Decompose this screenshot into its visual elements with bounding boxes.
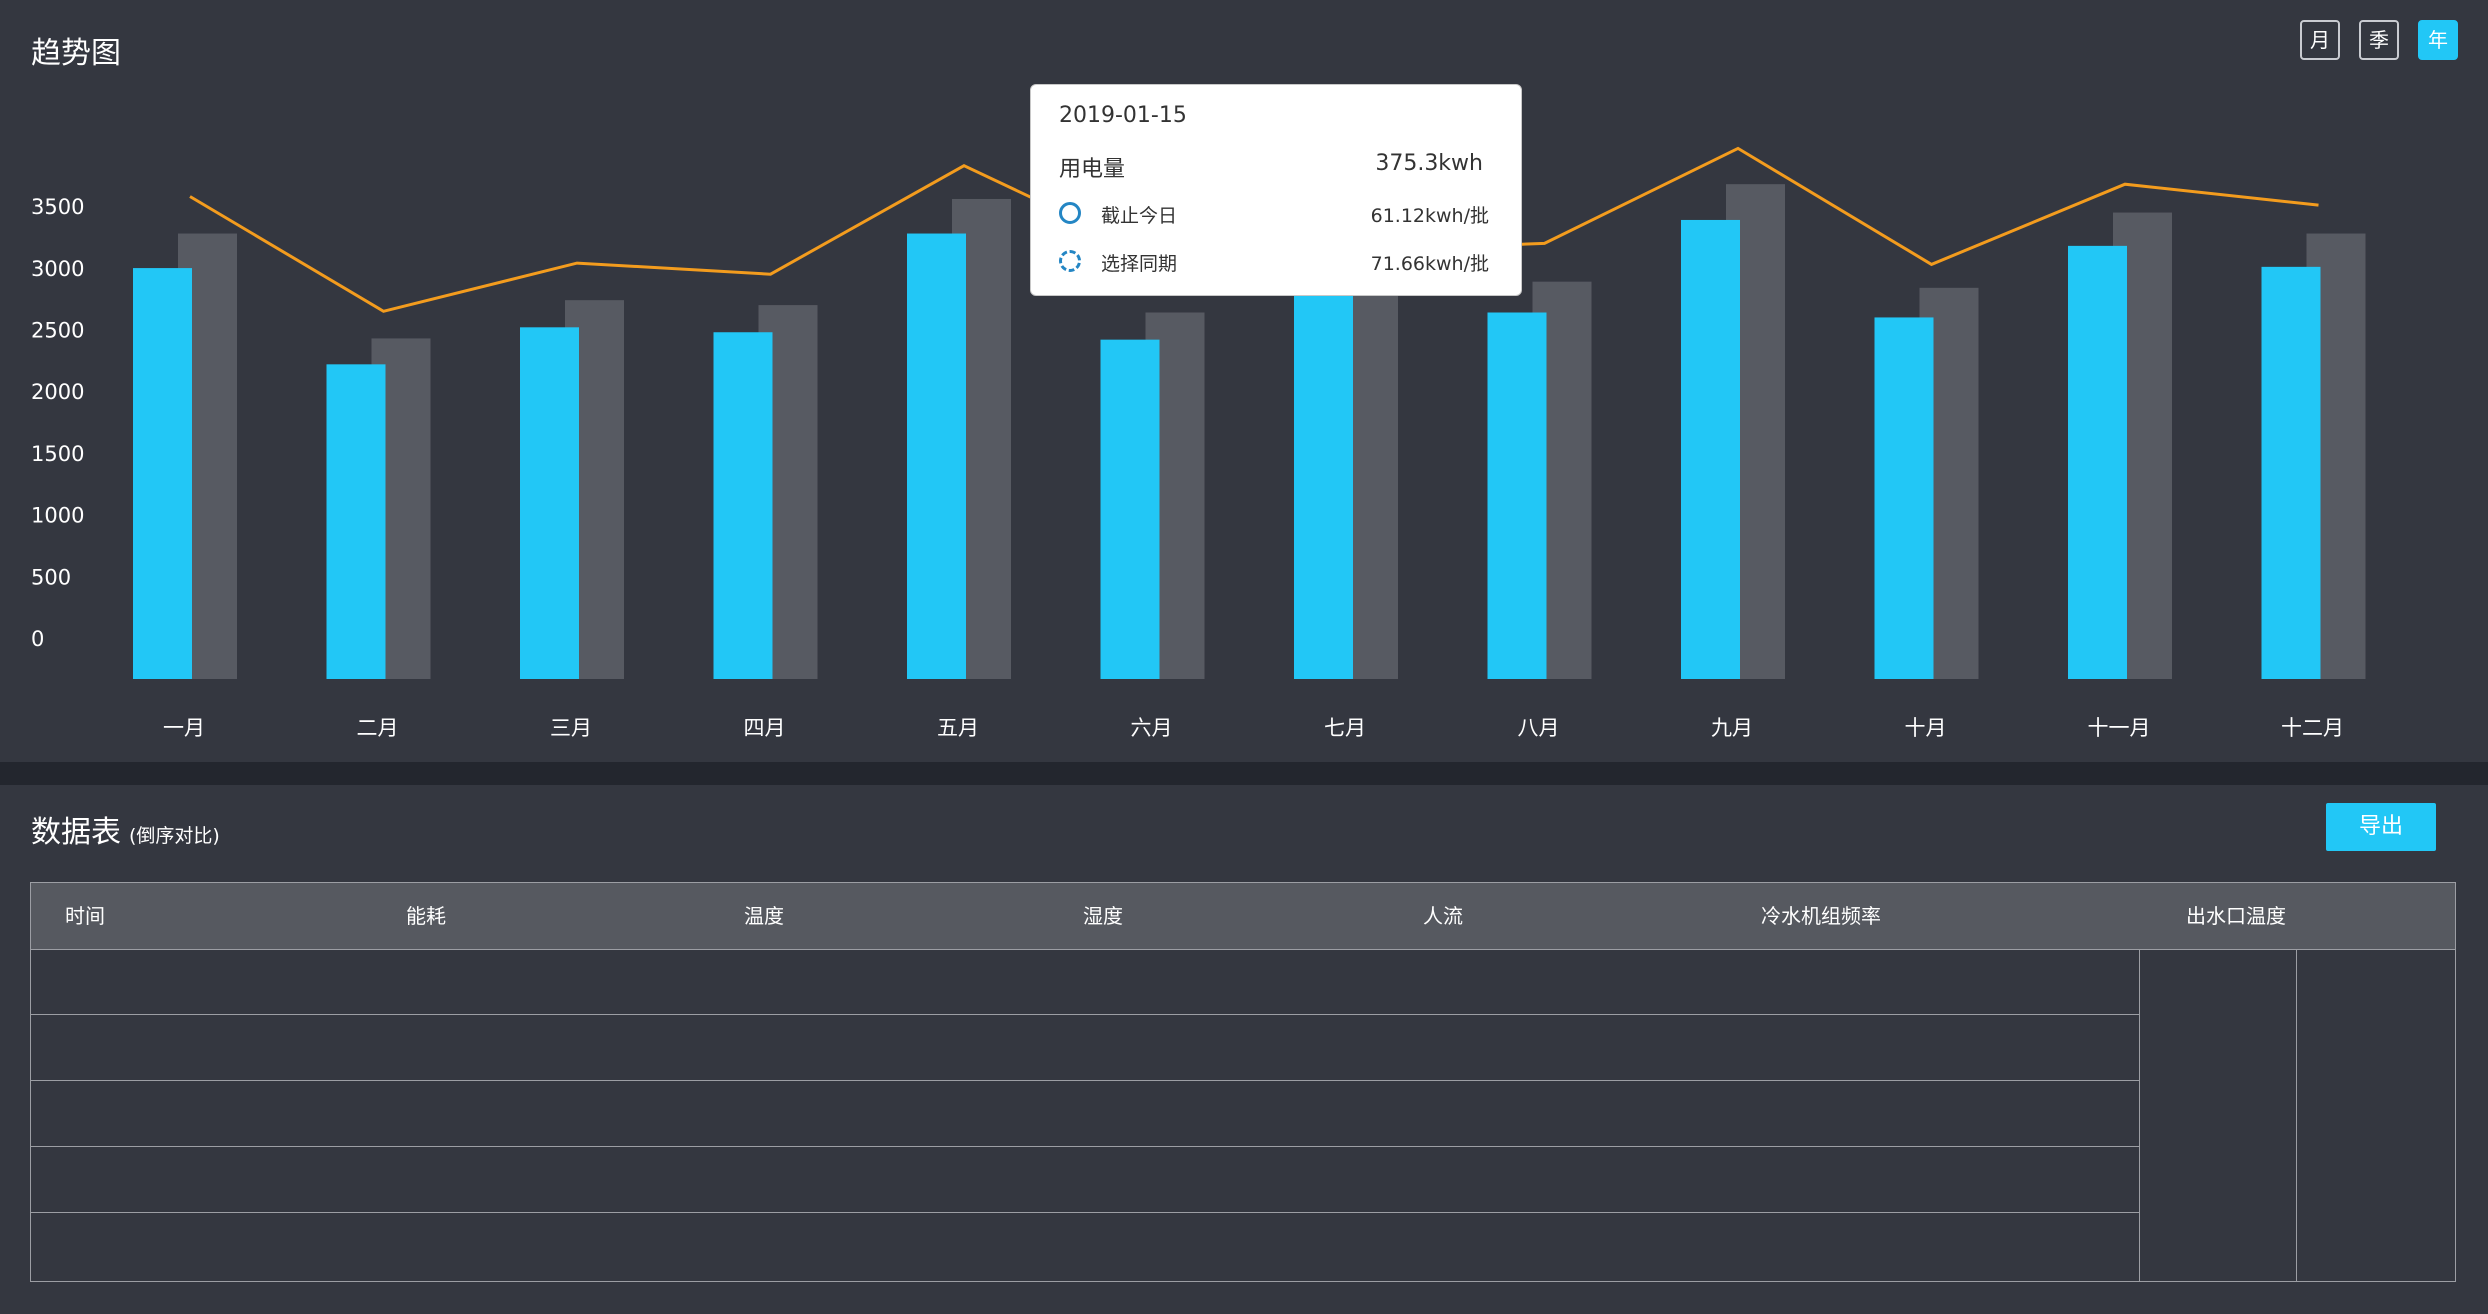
- bar-current: [133, 268, 192, 679]
- column-header-humidity[interactable]: 湿度: [1083, 883, 1123, 949]
- column-divider: [2139, 949, 2140, 1281]
- tooltip-row-today: 截止今日 61.12kwh/批: [1059, 199, 1489, 229]
- x-tick-label: 六月: [1131, 716, 1173, 740]
- y-tick-label: 1500: [31, 442, 84, 466]
- tooltip-row-same-period: 选择同期 71.66kwh/批: [1059, 247, 1489, 277]
- x-tick-label: 九月: [1711, 716, 1753, 740]
- table-panel: 数据表 (倒序对比) 导出 时间 能耗 温度 湿度 人流 冷水机组频率 出水口温度: [0, 785, 2488, 1314]
- column-header-footfall[interactable]: 人流: [1423, 883, 1463, 949]
- column-header-energy[interactable]: 能耗: [406, 883, 446, 949]
- x-tick-label: 五月: [937, 716, 979, 740]
- bar-current: [713, 332, 773, 679]
- x-tick-label: 十一月: [2088, 716, 2151, 740]
- table-header: 时间 能耗 温度 湿度 人流 冷水机组频率 出水口温度: [31, 883, 2455, 950]
- tooltip-row-label: 选择同期: [1101, 253, 1178, 275]
- tooltip-main-label: 用电量: [1059, 157, 1126, 182]
- tooltip-row-label: 截止今日: [1101, 205, 1178, 227]
- trend-panel: 趋势图 月 季 年 0 500 1000 1500 2000 2500 3000 3500 一月…: [0, 0, 2488, 762]
- bar-current: [1487, 312, 1547, 679]
- table-row[interactable]: [31, 1081, 2139, 1147]
- y-tick-label: 500: [31, 565, 71, 589]
- bar-current: [1100, 339, 1160, 679]
- x-tick-label: 十二月: [2281, 716, 2344, 740]
- bar-current: [2261, 266, 2321, 679]
- column-divider: [2296, 949, 2297, 1281]
- chart-tooltip: 2019-01-15 用电量 375.3kwh 截止今日 61.12kwh/批 …: [1030, 84, 1522, 296]
- x-tick-label: 七月: [1324, 716, 1366, 740]
- tooltip-main-value: 375.3kwh: [1375, 151, 1483, 176]
- bar-current: [520, 327, 579, 679]
- y-tick-label: 3000: [31, 257, 84, 281]
- column-header-time[interactable]: 时间: [65, 883, 105, 949]
- x-tick-label: 三月: [550, 716, 592, 740]
- tooltip-row-value: 71.66kwh/批: [1370, 253, 1489, 275]
- data-table: 时间 能耗 温度 湿度 人流 冷水机组频率 出水口温度: [30, 882, 2456, 1282]
- x-tick-label: 一月: [163, 716, 205, 740]
- table-title: 数据表: [31, 815, 121, 850]
- column-header-chiller-frequency[interactable]: 冷水机组频率: [1761, 883, 1881, 949]
- table-row[interactable]: [31, 1147, 2139, 1213]
- column-header-outlet-temperature[interactable]: 出水口温度: [2186, 883, 2286, 949]
- tooltip-date: 2019-01-15: [1059, 103, 1187, 128]
- column-header-temperature[interactable]: 温度: [744, 883, 784, 949]
- bar-current: [1681, 219, 1740, 679]
- table-subtitle: (倒序对比): [129, 825, 220, 847]
- export-button[interactable]: 导出: [2326, 803, 2436, 851]
- y-tick-label: 2500: [31, 319, 84, 343]
- y-tick-label: 0: [31, 627, 44, 651]
- bar-current: [2068, 245, 2127, 679]
- bar-current: [326, 364, 386, 679]
- bar-current: [1294, 293, 1353, 679]
- x-tick-label: 二月: [357, 716, 399, 740]
- x-tick-label: 四月: [744, 716, 786, 740]
- dashed-circle-icon: [1059, 250, 1081, 272]
- x-tick-label: 十月: [1905, 716, 1947, 740]
- table-row[interactable]: [31, 1015, 2139, 1081]
- tooltip-row-value: 61.12kwh/批: [1370, 205, 1489, 227]
- table-row[interactable]: [31, 949, 2139, 1015]
- y-tick-label: 3500: [31, 195, 84, 219]
- x-tick-label: 八月: [1518, 716, 1560, 740]
- y-tick-label: 2000: [31, 380, 84, 404]
- circle-icon: [1059, 202, 1081, 224]
- table-heading: 数据表 (倒序对比): [31, 807, 220, 851]
- bar-current: [907, 233, 966, 679]
- y-tick-label: 1000: [31, 504, 84, 528]
- bar-current: [1874, 317, 1934, 679]
